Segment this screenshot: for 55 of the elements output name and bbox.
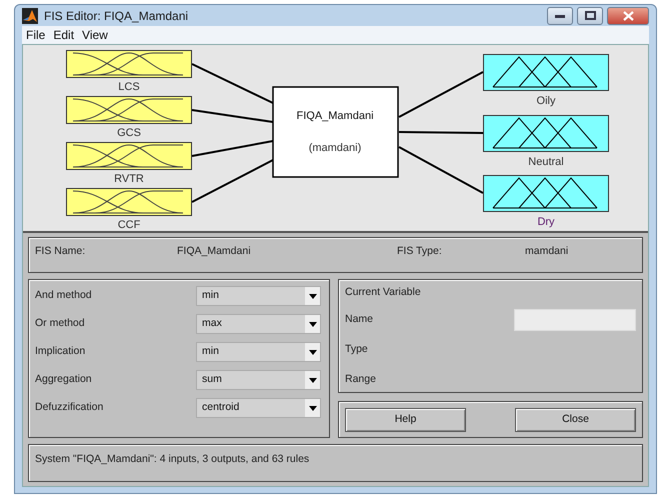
- method-dropdown[interactable]: sum: [196, 370, 321, 390]
- system-name: FIQA_Mamdani: [296, 110, 374, 122]
- output-variable-label: Oily: [536, 95, 556, 107]
- method-dropdown[interactable]: min: [196, 286, 321, 306]
- system-type: (mamdani): [308, 142, 362, 154]
- dropdown-arrow-icon: [308, 350, 316, 354]
- close-button[interactable]: [607, 6, 649, 24]
- current-variable-title: Current Variable: [345, 285, 422, 300]
- minimize-button[interactable]: [547, 6, 573, 24]
- input-variable-box[interactable]: [66, 50, 192, 78]
- variable-property-label: Name: [345, 312, 374, 327]
- fis-name-value: FIQA_Mamdani: [177, 244, 252, 259]
- output-variable-box[interactable]: [483, 54, 609, 91]
- input-variable-box[interactable]: [66, 188, 192, 216]
- dropdown-arrow-icon: [308, 294, 316, 298]
- input-variable-box[interactable]: [66, 96, 192, 124]
- menu-item[interactable]: View: [82, 26, 108, 44]
- panel-button[interactable]: Close: [515, 408, 636, 432]
- method-label: Defuzzification: [35, 400, 104, 416]
- minimize-icon: [555, 14, 565, 18]
- output-variable-box[interactable]: [483, 175, 609, 212]
- menu-item[interactable]: Edit: [53, 26, 74, 44]
- method-dropdown[interactable]: max: [196, 314, 321, 334]
- fis-name-label: FIS Name:: [35, 244, 86, 259]
- input-variable-box[interactable]: [66, 142, 192, 170]
- fis-type-label: FIS Type:: [397, 244, 443, 259]
- input-variable-label: GCS: [117, 127, 141, 139]
- method-dropdown[interactable]: centroid: [196, 398, 321, 418]
- close-icon: [622, 10, 634, 20]
- status-text: System "FIQA_Mamdani": 4 inputs, 3 outputs, and 63 rules: [35, 453, 310, 465]
- method-label: Implication: [35, 344, 86, 360]
- method-dropdown[interactable]: min: [196, 342, 321, 362]
- dropdown-arrow-icon: [308, 406, 316, 410]
- method-label: Or method: [35, 316, 85, 332]
- input-variable-label: RVTR: [114, 173, 144, 185]
- menu-item[interactable]: File: [26, 26, 46, 44]
- dropdown-arrow-icon: [308, 322, 316, 326]
- maximize-button[interactable]: [577, 6, 603, 24]
- maximize-icon: [584, 11, 596, 20]
- fis-type-value: mamdani: [525, 244, 568, 259]
- input-variable-label: CCF: [118, 219, 140, 231]
- panel-button[interactable]: Help: [345, 408, 466, 432]
- input-variable-label: LCS: [118, 81, 140, 93]
- system-box[interactable]: [272, 86, 399, 178]
- variable-property-label: Range: [345, 372, 376, 387]
- app-logo-icon: [22, 8, 38, 24]
- method-label: Aggregation: [35, 372, 92, 388]
- output-variable-box[interactable]: [483, 115, 609, 152]
- variable-name-field[interactable]: [514, 308, 636, 331]
- output-variable-label: Neutral: [528, 156, 564, 168]
- window-title: FIS Editor: FIQA_Mamdani: [44, 8, 188, 24]
- dropdown-arrow-icon: [308, 378, 316, 382]
- variable-property-label: Type: [345, 342, 368, 357]
- output-variable-label: Dry: [537, 216, 555, 228]
- method-label: And method: [35, 288, 92, 304]
